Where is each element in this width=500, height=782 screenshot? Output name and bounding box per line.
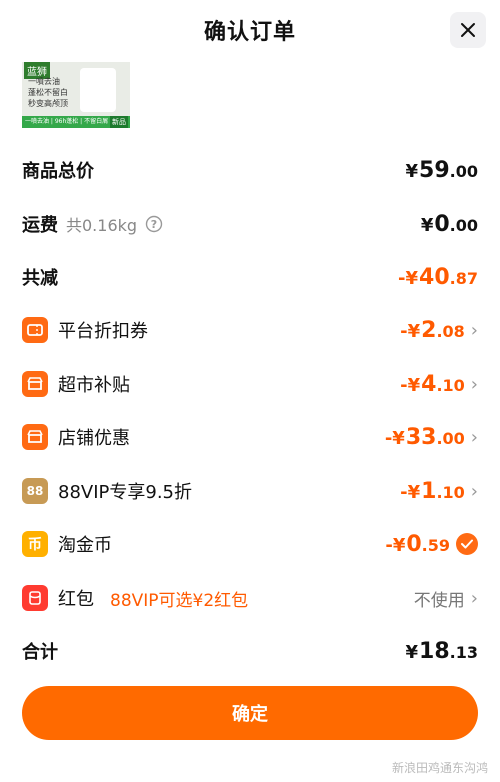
shop-icon [22,424,48,450]
discount-row-store[interactable]: 店铺优惠 -¥ 33.00 › [22,419,478,455]
confirm-button[interactable]: 确定 [22,686,478,740]
redpacket-label: 红包 [58,589,94,610]
header: 确认订单 [0,0,500,60]
chevron-right-icon: › [470,426,478,448]
coin-icon: 币 [22,531,48,557]
redpacket-row[interactable]: 红包 88VIP可选¥2红包 不使用 › [22,580,478,616]
chevron-right-icon: › [470,587,478,609]
final-total-row: 合计 ¥18.13 [22,633,478,669]
shipping-weight: 共0.16kg [66,216,138,235]
discount-amount: -¥ 1.10 [400,478,465,504]
discount-amount: -¥ 0.59 [385,531,450,557]
help-icon[interactable]: ? [145,215,163,233]
chevron-right-icon: › [470,480,478,502]
discount-row-vip[interactable]: 88 88VIP专享9.5折 -¥ 1.10 › [22,473,478,509]
watermark: 新浪田鸡通东沟鸿 [391,761,488,775]
final-total-label: 合计 [22,642,58,663]
reduction-row: 共减 -¥ 40.87 [22,259,478,295]
discount-label: 88VIP专享9.5折 [58,482,193,503]
chevron-right-icon: › [470,373,478,395]
red-packet-icon [22,585,48,611]
discount-row-taojinbi[interactable]: 币 淘金币 -¥ 0.59 [22,526,478,562]
shipping-label: 运费 共0.16kg ? [22,211,163,237]
close-icon [461,23,475,37]
vip-88-icon: 88 [22,478,48,504]
shipping-row: 运费 共0.16kg ? ¥0.00 [22,206,478,242]
discount-label: 店铺优惠 [58,428,130,449]
discount-label: 平台折扣券 [58,321,148,342]
product-bottle-image [80,68,116,112]
total-label: 商品总价 [22,161,94,182]
page-title: 确认订单 [203,20,296,45]
reduction-label: 共减 [22,268,58,289]
final-total-amount: ¥18.13 [405,638,479,664]
close-button[interactable] [450,12,486,48]
checked-icon[interactable] [456,533,478,555]
discount-amount: -¥ 33.00 [384,424,465,450]
chevron-right-icon: › [470,319,478,341]
discount-row-coupon[interactable]: 平台折扣券 -¥ 2.08 › [22,312,478,348]
store-icon [22,371,48,397]
new-tag: 新品 [110,116,128,128]
reduction-amount: -¥ 40.87 [398,264,478,290]
shipping-amount: ¥0.00 [420,211,478,237]
total-amount: ¥59.00 [405,157,479,183]
discount-amount: -¥ 2.08 [400,317,465,343]
svg-text:?: ? [151,218,157,231]
redpacket-status: 不使用 [413,590,465,611]
thumbnail-text: 一噴去油 蓬松不留白 秒变高颅顶 [28,77,68,108]
discount-label: 淘金币 [58,535,112,556]
coupon-icon [22,317,48,343]
discount-label: 超市补贴 [58,375,130,396]
discount-row-supermarket[interactable]: 超市补贴 -¥ 4.10 › [22,366,478,402]
discount-amount: -¥ 4.10 [400,371,465,397]
total-row: 商品总价 ¥59.00 [22,152,478,188]
product-thumbnail[interactable]: 蓝狮 一噴去油 蓬松不留白 秒变高颅顶 一噴去油 | 96h蓬松 | 不留白屑 … [22,62,130,128]
redpacket-promo: 88VIP可选¥2红包 [110,590,249,611]
